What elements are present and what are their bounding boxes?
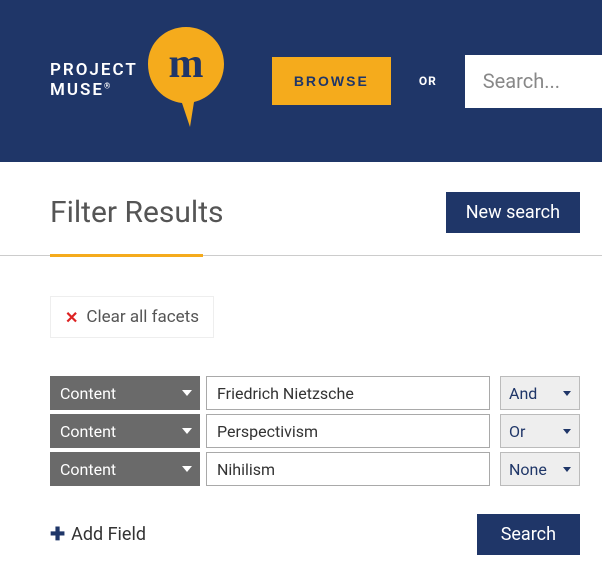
site-header: PROJECT MUSE® m BROWSE OR — [0, 0, 602, 162]
logo-line1: PROJECT — [50, 61, 138, 81]
field-row: Content None — [50, 452, 580, 486]
close-icon: ✕ — [65, 308, 78, 327]
plus-icon: ✚ — [50, 524, 65, 545]
or-label: OR — [419, 74, 437, 88]
logo-text: PROJECT MUSE® — [50, 61, 138, 100]
logo-line2: MUSE® — [50, 81, 138, 101]
field-type-select[interactable]: Content — [50, 376, 200, 410]
field-op-select[interactable]: Or — [500, 414, 580, 448]
field-op-select[interactable]: And — [500, 376, 580, 410]
field-value-input[interactable] — [206, 376, 490, 410]
facets-area: ✕ Clear all facets Content And Content O… — [0, 256, 602, 555]
page-title: Filter Results — [50, 195, 224, 230]
new-search-button[interactable]: New search — [446, 192, 580, 233]
add-field-label: Add Field — [71, 524, 146, 545]
field-value-input[interactable] — [206, 414, 490, 448]
muse-m-icon: m — [146, 27, 226, 136]
field-row: Content And — [50, 376, 580, 410]
title-row: Filter Results New search — [0, 162, 602, 256]
clear-facets-button[interactable]: ✕ Clear all facets — [50, 296, 214, 338]
browse-button[interactable]: BROWSE — [272, 57, 391, 105]
svg-text:m: m — [168, 41, 203, 87]
project-muse-logo[interactable]: PROJECT MUSE® m — [50, 31, 226, 131]
field-value-input[interactable] — [206, 452, 490, 486]
field-op-select[interactable]: None — [500, 452, 580, 486]
search-button[interactable]: Search — [477, 514, 580, 555]
field-type-select[interactable]: Content — [50, 452, 200, 486]
clear-facets-label: Clear all facets — [86, 307, 199, 327]
search-input[interactable] — [465, 55, 602, 108]
search-fields: Content And Content Or Content None — [50, 376, 580, 486]
add-field-button[interactable]: ✚ Add Field — [50, 524, 146, 545]
bottom-row: ✚ Add Field Search — [50, 514, 580, 555]
field-row: Content Or — [50, 414, 580, 448]
field-type-select[interactable]: Content — [50, 414, 200, 448]
